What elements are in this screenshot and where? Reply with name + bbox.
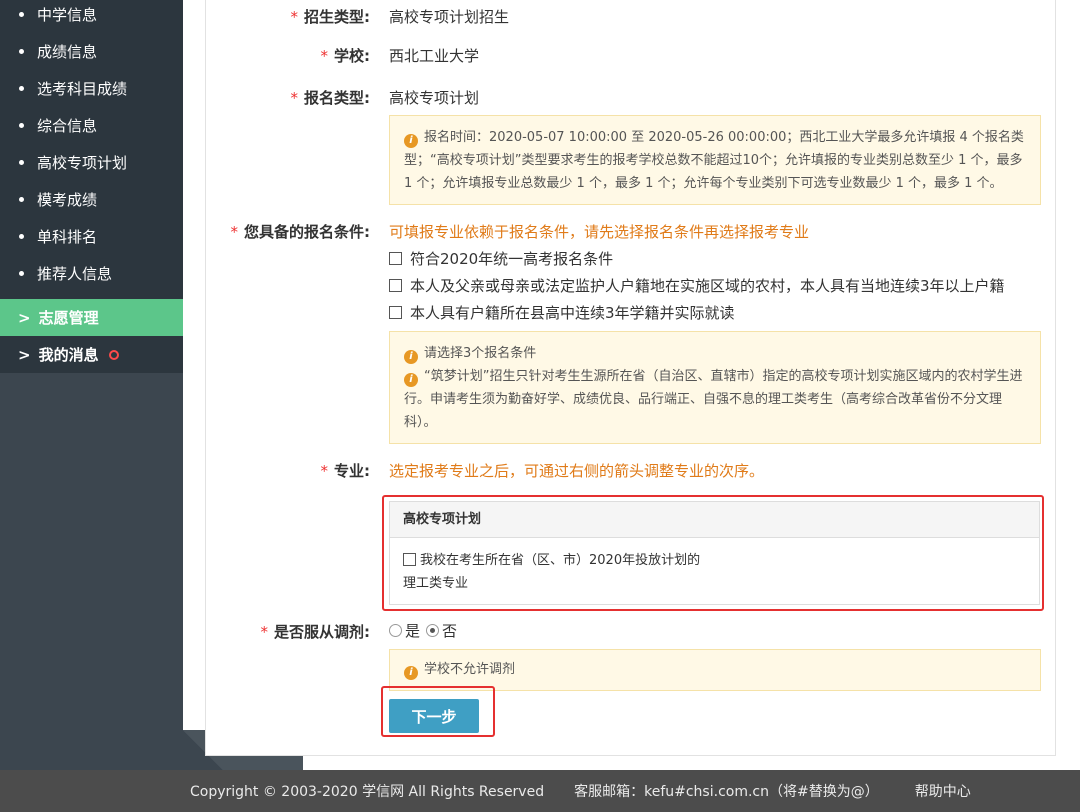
condition-option-label: 符合2020年统一高考报名条件 bbox=[410, 250, 614, 268]
sidebar-item-comprehensive[interactable]: 综合信息 bbox=[0, 107, 183, 144]
condition-option-label: 本人具有户籍所在县高中连续3年学籍并实际就读 bbox=[410, 304, 735, 322]
unread-dot-icon bbox=[108, 349, 119, 360]
apply-notice-text: 报名时间：2020-05-07 10:00:00 至 2020-05-26 00… bbox=[404, 130, 1024, 191]
sidebar-section-label: 我的消息 bbox=[38, 346, 99, 364]
sidebar-item-middle-school[interactable]: 中学信息 bbox=[0, 0, 183, 33]
adjust-yes-radio[interactable] bbox=[389, 624, 402, 637]
sidebar-item-label: 推荐人信息 bbox=[37, 265, 113, 283]
conditions-notice: i 请选择3个报名条件 i “筑梦计划”招生只针对考生生源所在省（自治区、直辖市）指… bbox=[389, 331, 1041, 444]
sidebar-item-label: 中学信息 bbox=[37, 6, 98, 24]
condition-option-label: 本人及父亲或母亲或法定监护人户籍地在实施区域的农村，本人具有当地连续3年以上户籍 bbox=[410, 277, 1005, 295]
sidebar-item-label: 选考科目成绩 bbox=[37, 80, 128, 98]
major-label: * 专业: bbox=[320, 462, 371, 480]
program-notice-text: “筑梦计划”招生只针对考生生源所在省（自治区、直辖市）指定的高校专项计划实施区域… bbox=[404, 369, 1023, 430]
bullet-icon bbox=[19, 234, 24, 239]
footer-email: 客服邮箱：kefu#chsi.com.cn（将#替换为@） bbox=[574, 784, 879, 800]
required-mark-icon: * bbox=[320, 462, 329, 480]
bullet-icon bbox=[19, 12, 24, 17]
school-value: 西北工业大学 bbox=[389, 47, 480, 65]
adjust-label: * 是否服从调剂: bbox=[260, 623, 371, 641]
adjust-yes-label[interactable]: 是 bbox=[405, 620, 420, 641]
bullet-icon bbox=[19, 123, 24, 128]
sidebar-section-application[interactable]: > 志愿管理 bbox=[0, 299, 183, 336]
chevron-right-icon: > bbox=[18, 345, 31, 364]
sidebar-item-special-plan[interactable]: 高校专项计划 bbox=[0, 144, 183, 181]
sidebar-item-recommender[interactable]: 推荐人信息 bbox=[0, 255, 183, 292]
info-icon: i bbox=[404, 134, 418, 148]
adjust-radio-group: 是 否 bbox=[389, 620, 457, 641]
sidebar-item-label: 综合信息 bbox=[37, 117, 98, 135]
sidebar-item-elective-scores[interactable]: 选考科目成绩 bbox=[0, 70, 183, 107]
condition-option-3[interactable]: 本人具有户籍所在县高中连续3年学籍并实际就读 bbox=[389, 302, 735, 323]
required-mark-icon: * bbox=[290, 8, 299, 26]
required-mark-icon: * bbox=[260, 623, 269, 641]
bullet-icon bbox=[19, 197, 24, 202]
checkbox[interactable] bbox=[389, 306, 402, 319]
bullet-icon bbox=[19, 49, 24, 54]
info-icon: i bbox=[404, 373, 418, 387]
conditions-notice-text: 请选择3个报名条件 bbox=[424, 346, 537, 361]
apply-type-value: 高校专项计划 bbox=[389, 89, 480, 107]
checkbox[interactable] bbox=[389, 279, 402, 292]
bullet-icon bbox=[19, 160, 24, 165]
apply-time-notice: i 报名时间：2020-05-07 10:00:00 至 2020-05-26 0… bbox=[389, 115, 1041, 205]
required-mark-icon: * bbox=[320, 47, 329, 65]
required-mark-icon: * bbox=[290, 89, 299, 107]
checkbox[interactable] bbox=[389, 252, 402, 265]
sidebar-item-mock-scores[interactable]: 模考成绩 bbox=[0, 181, 183, 218]
condition-option-1[interactable]: 符合2020年统一高考报名条件 bbox=[389, 248, 613, 269]
info-icon: i bbox=[404, 666, 418, 680]
sidebar: 中学信息 成绩信息 选考科目成绩 综合信息 高校专项计划 模考成绩 单科排名 推… bbox=[0, 0, 183, 770]
school-label: * 学校: bbox=[320, 47, 371, 65]
conditions-hint: 可填报专业依赖于报名条件，请先选择报名条件再选择报考专业 bbox=[389, 223, 810, 241]
sidebar-section-label: 志愿管理 bbox=[38, 309, 99, 327]
major-option[interactable]: 我校在考生所在省（区、市）2020年投放计划的理工类专业 bbox=[390, 538, 720, 606]
sidebar-nav: 中学信息 成绩信息 选考科目成绩 综合信息 高校专项计划 模考成绩 单科排名 推… bbox=[0, 0, 183, 373]
info-icon: i bbox=[404, 350, 418, 364]
sidebar-item-label: 模考成绩 bbox=[37, 191, 98, 209]
footer: Copyright © 2003-2020 学信网 All Rights Res… bbox=[0, 770, 1080, 812]
condition-option-2[interactable]: 本人及父亲或母亲或法定监护人户籍地在实施区域的农村，本人具有当地连续3年以上户籍 bbox=[389, 275, 1005, 296]
next-step-button[interactable]: 下一步 bbox=[389, 699, 479, 733]
adjust-no-label[interactable]: 否 bbox=[442, 620, 457, 641]
major-hint: 选定报考专业之后，可通过右侧的箭头调整专业的次序。 bbox=[389, 462, 765, 480]
adjust-notice: i 学校不允许调剂 bbox=[389, 649, 1041, 691]
major-box-title: 高校专项计划 bbox=[390, 502, 1039, 538]
sidebar-section-messages[interactable]: > 我的消息 bbox=[0, 336, 183, 373]
major-selection-box: 高校专项计划 我校在考生所在省（区、市）2020年投放计划的理工类专业 bbox=[389, 501, 1040, 605]
admission-type-label: * 招生类型: bbox=[290, 8, 371, 26]
adjust-notice-text: 学校不允许调剂 bbox=[424, 662, 516, 677]
admission-type-value: 高校专项计划招生 bbox=[389, 8, 510, 26]
sidebar-item-scores[interactable]: 成绩信息 bbox=[0, 33, 183, 70]
checkbox[interactable] bbox=[403, 553, 416, 566]
major-option-label: 我校在考生所在省（区、市）2020年投放计划的理工类专业 bbox=[403, 553, 701, 591]
chevron-right-icon: > bbox=[18, 308, 31, 327]
sidebar-item-label: 成绩信息 bbox=[37, 43, 98, 61]
footer-help-link[interactable]: 帮助中心 bbox=[915, 781, 971, 801]
sidebar-sub-list: 中学信息 成绩信息 选考科目成绩 综合信息 高校专项计划 模考成绩 单科排名 推… bbox=[0, 0, 183, 292]
footer-copyright: Copyright © 2003-2020 学信网 All Rights Res… bbox=[190, 784, 545, 800]
conditions-label: * 您具备的报名条件: bbox=[230, 223, 371, 241]
sidebar-item-label: 高校专项计划 bbox=[37, 154, 128, 172]
required-mark-icon: * bbox=[230, 223, 239, 241]
adjust-no-radio[interactable] bbox=[426, 624, 440, 637]
bullet-icon bbox=[19, 271, 24, 276]
bullet-icon bbox=[19, 86, 24, 91]
sidebar-separator bbox=[0, 292, 183, 299]
sidebar-item-subject-rank[interactable]: 单科排名 bbox=[0, 218, 183, 255]
apply-type-label: * 报名类型: bbox=[290, 89, 371, 107]
sidebar-item-label: 单科排名 bbox=[37, 228, 98, 246]
